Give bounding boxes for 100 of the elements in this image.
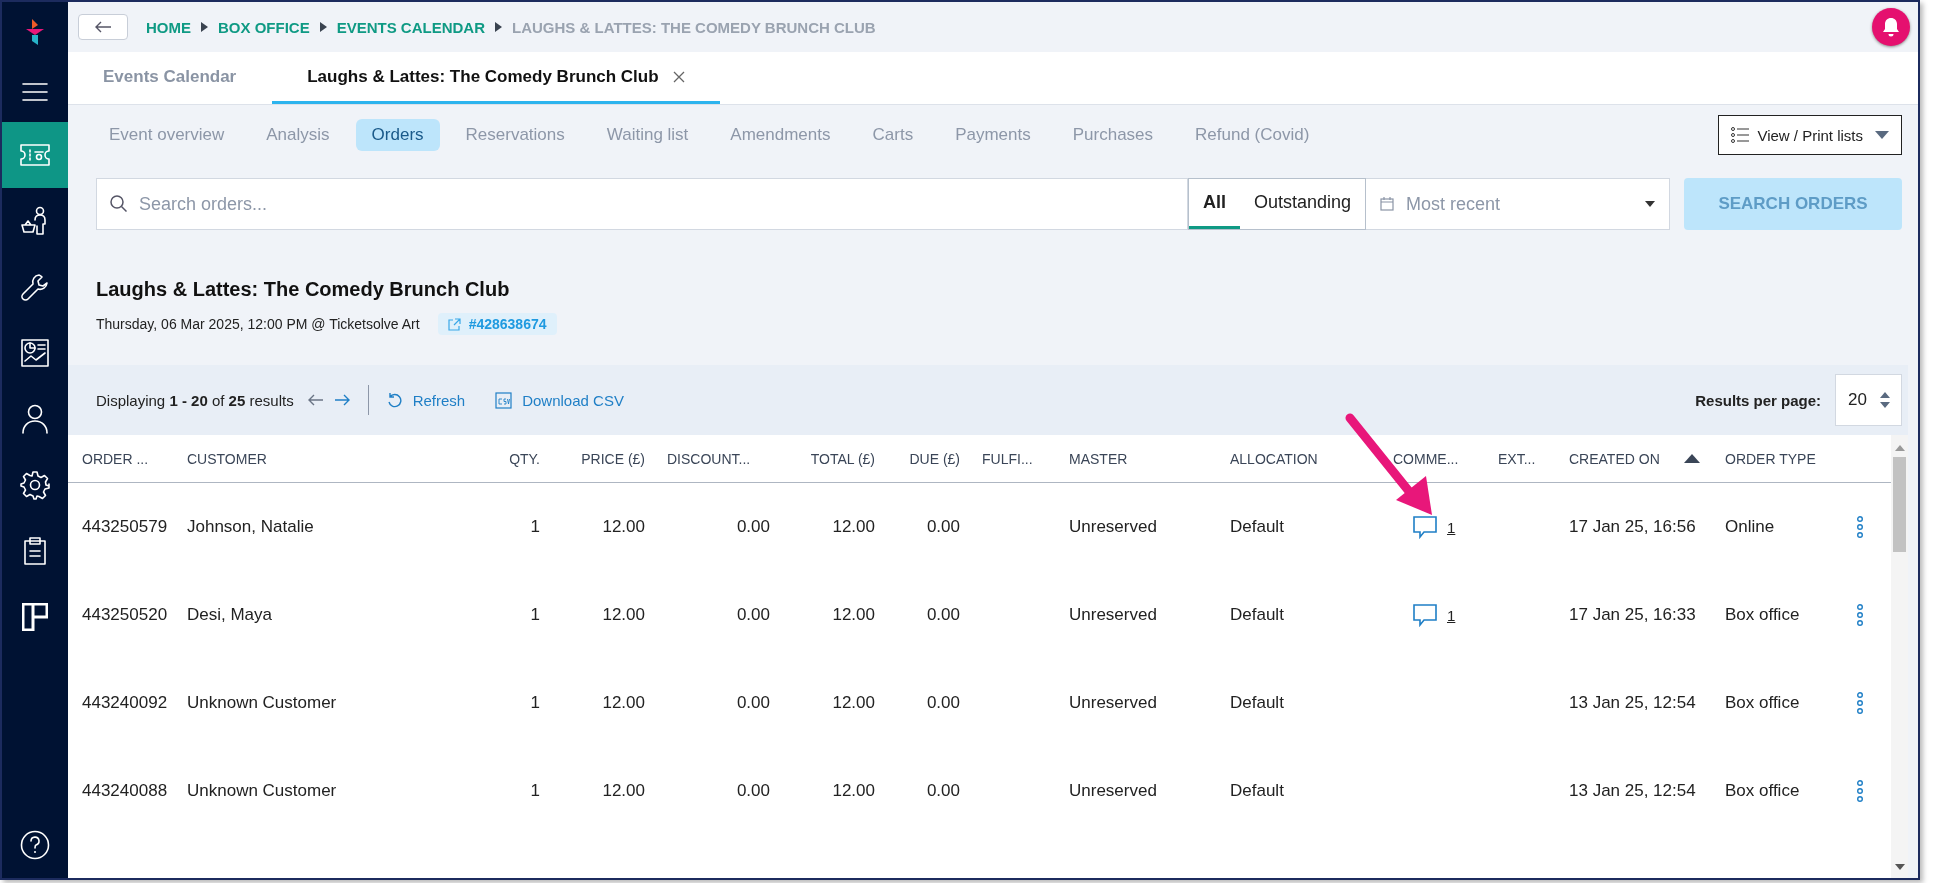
table-cell: 12.00 <box>832 693 875 713</box>
column-header[interactable]: ALLOCATION <box>1230 450 1393 467</box>
basket-person-icon <box>21 206 49 236</box>
comment-icon[interactable] <box>1413 603 1437 627</box>
table-cell: 17 Jan 25, 16:33 <box>1569 605 1696 625</box>
table-cell: 0.00 <box>926 693 960 713</box>
wrench-icon <box>21 273 49 301</box>
table-cell: 12.00 <box>832 781 875 801</box>
stepper-icon <box>1879 391 1891 409</box>
refresh-link[interactable]: Refresh <box>386 391 466 409</box>
download-csv-link[interactable]: Download CSV <box>495 391 624 409</box>
table-cell: 12.00 <box>602 605 645 625</box>
menu-icon <box>22 83 48 101</box>
column-header[interactable]: FULFI... <box>982 450 1069 467</box>
table-cell: Desi, Maya <box>187 605 273 625</box>
column-header[interactable]: DISCOUNT... <box>667 450 792 467</box>
table-cell: 443250579 <box>82 517 168 537</box>
table-cell: 1 <box>530 693 540 713</box>
close-icon[interactable] <box>672 70 685 83</box>
filter-tab[interactable]: Outstanding <box>1239 179 1365 229</box>
table-cell: 443240088 <box>82 781 168 801</box>
table-cell: Unreserved <box>1069 605 1157 625</box>
list-icon <box>1731 127 1750 143</box>
chevron-icon <box>495 22 503 32</box>
column-header[interactable]: COMME... <box>1393 450 1498 467</box>
external-link-icon <box>447 317 461 331</box>
table-cell: 1 <box>530 517 540 537</box>
clipboard-icon <box>23 537 47 565</box>
table-cell: Unreserved <box>1069 693 1157 713</box>
search-field[interactable]: Search orders... <box>96 178 1188 230</box>
person-icon <box>21 404 49 434</box>
results-per-page-label: Results per page: <box>1695 391 1822 409</box>
back-button[interactable] <box>78 14 128 40</box>
table-cell: 0.00 <box>736 781 770 801</box>
filter-tab[interactable]: All <box>1188 179 1240 229</box>
column-header[interactable]: CUSTOMER <box>187 450 505 467</box>
table-cell: 17 Jan 25, 16:56 <box>1569 517 1696 537</box>
more-options-icon[interactable] <box>1856 780 1864 802</box>
table-cell: Online <box>1725 517 1775 537</box>
more-options-icon[interactable] <box>1856 692 1864 714</box>
csv-file-icon <box>495 391 513 409</box>
scrollbar-thumb[interactable] <box>1893 457 1906 552</box>
table-cell: Johnson, Natalie <box>187 517 314 537</box>
event-title: Laughs & Lattes: The Comedy Brunch Club <box>96 278 511 301</box>
table-cell: Default <box>1230 693 1284 713</box>
table-cell: 13 Jan 25, 12:54 <box>1569 693 1696 713</box>
refresh-icon <box>386 392 403 408</box>
column-header[interactable]: EXT... <box>1498 450 1569 467</box>
back-arrow-icon <box>94 21 112 33</box>
column-header[interactable]: QTY. <box>505 450 562 467</box>
chevron-icon <box>319 22 327 32</box>
table-cell: 443250520 <box>82 605 168 625</box>
table-cell: 0.00 <box>926 605 960 625</box>
table-cell: Box office <box>1725 605 1800 625</box>
tab[interactable]: Laughs & Lattes: The Comedy Brunch Club <box>272 52 720 104</box>
scrollbar[interactable] <box>1891 435 1908 878</box>
column-header[interactable]: DUE (£) <box>897 450 982 467</box>
table-cell: Box office <box>1725 693 1800 713</box>
column-header[interactable]: ORDER TYPE <box>1725 450 1883 467</box>
table-cell: 0.00 <box>926 781 960 801</box>
table-cell: Unreserved <box>1069 517 1157 537</box>
table-cell: 1 <box>530 781 540 801</box>
table-cell: 0.00 <box>926 517 960 537</box>
previous-page-icon[interactable] <box>307 394 324 406</box>
table-cell: Unknown Customer <box>187 781 337 801</box>
view-print-lists-button[interactable]: View / Print lists <box>1718 115 1902 155</box>
column-header[interactable]: TOTAL (£) <box>792 450 897 467</box>
more-options-icon[interactable] <box>1856 604 1864 626</box>
column-header[interactable]: ORDER ... <box>82 450 187 467</box>
table-cell: 0.00 <box>736 517 770 537</box>
caret-icon <box>1875 131 1889 139</box>
results-summary: Displaying 1 - 20 of 25 results <box>96 391 294 409</box>
column-header[interactable]: PRICE (£) <box>562 450 667 467</box>
results-per-page-select[interactable]: 20 <box>1835 374 1902 426</box>
column-header[interactable]: MASTER <box>1069 450 1230 467</box>
caret-icon <box>1645 201 1655 207</box>
comment-count-link[interactable]: 1 <box>1447 518 1456 536</box>
scroll-up-icon[interactable] <box>1894 445 1905 451</box>
table-cell: Default <box>1230 605 1284 625</box>
next-page-icon[interactable] <box>333 394 350 406</box>
bell-icon <box>1881 16 1901 38</box>
table-cell: 443240092 <box>82 693 168 713</box>
comment-count-link[interactable]: 1 <box>1447 606 1456 624</box>
table-cell: 1 <box>530 605 540 625</box>
report-icon <box>21 339 49 367</box>
subnav-tab[interactable]: Orders <box>355 119 440 151</box>
column-header[interactable]: CREATED ON <box>1569 450 1725 467</box>
logo-icon <box>24 17 46 47</box>
notification-button[interactable] <box>1872 8 1910 46</box>
scroll-down-icon[interactable] <box>1894 864 1905 870</box>
more-options-icon[interactable] <box>1856 516 1864 538</box>
board-icon <box>22 603 48 631</box>
ticket-icon <box>20 144 50 166</box>
table-cell: Default <box>1230 517 1284 537</box>
table-cell: Unreserved <box>1069 781 1157 801</box>
table-cell: Unknown Customer <box>187 693 337 713</box>
comment-icon[interactable] <box>1413 515 1437 539</box>
sort-icon <box>1683 454 1700 463</box>
table-cell: 0.00 <box>736 693 770 713</box>
settings-icon <box>20 470 50 500</box>
